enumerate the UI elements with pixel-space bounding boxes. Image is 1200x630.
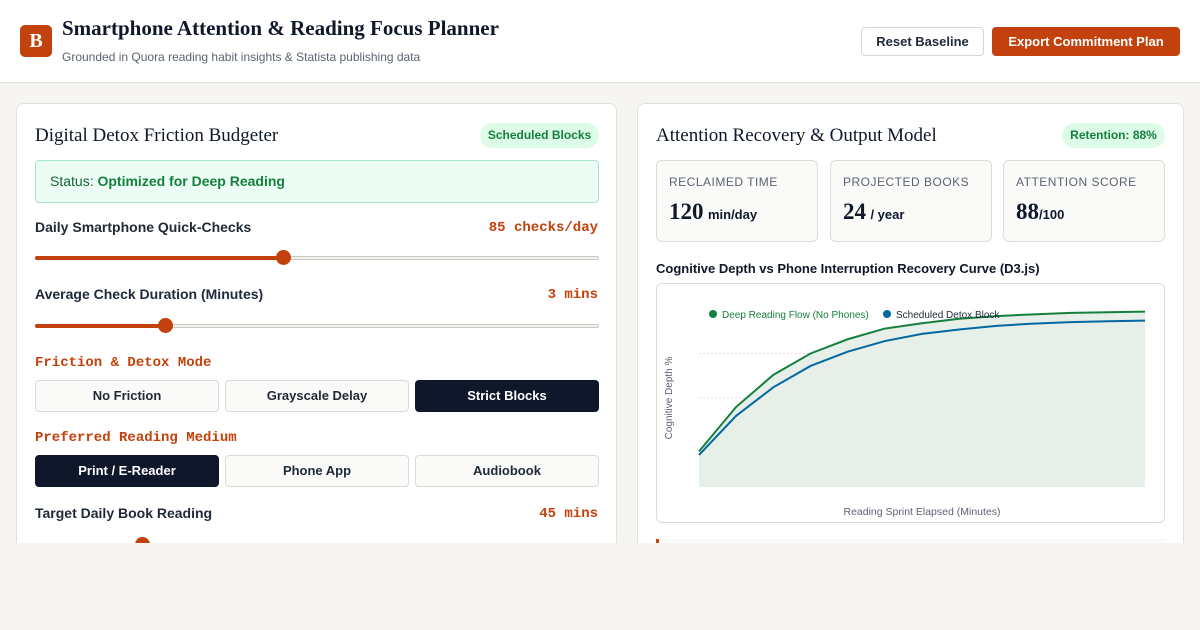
app-header: B Smartphone Attention & Reading Focus P… <box>0 0 1200 83</box>
metric-unit: /100 <box>1039 207 1065 222</box>
app-title: Smartphone Attention & Reading Focus Pla… <box>62 16 499 40</box>
medium-option-audiobook[interactable]: Audiobook <box>415 455 599 487</box>
x-axis-label: Reading Sprint Elapsed (Minutes) <box>844 506 1001 518</box>
card-title: Attention Recovery & Output Model <box>656 125 937 146</box>
target-reading-label: Target Daily Book Reading <box>35 505 213 521</box>
scheduled-blocks-badge: Scheduled Blocks <box>480 123 599 148</box>
export-commitment-plan-button[interactable]: Export Commitment Plan <box>992 27 1180 56</box>
legend-swatch <box>883 310 891 318</box>
friction-option-strict[interactable]: Strict Blocks <box>415 380 599 412</box>
slider-thumb[interactable] <box>157 318 173 333</box>
metric-unit: min/day <box>707 207 758 222</box>
check-duration-value: 3 mins <box>547 287 598 303</box>
slider-fill <box>35 256 284 260</box>
metric-reclaimed-time: RECLAIMED TIME 120 min/day <box>656 160 818 242</box>
medium-option-print[interactable]: Print / E-Reader <box>35 455 219 487</box>
quick-checks-label: Daily Smartphone Quick-Checks <box>35 219 252 235</box>
legend-label: Deep Reading Flow (No Phones) <box>722 310 869 321</box>
check-duration-slider[interactable] <box>35 318 599 334</box>
reading-medium-heading: Preferred Reading Medium <box>35 430 237 446</box>
status-prefix: Status: <box>50 173 94 189</box>
metric-label: PROJECTED BOOKS <box>843 175 970 189</box>
y-axis-label: Cognitive Depth % <box>664 356 675 439</box>
metric-unit: / year <box>870 207 905 222</box>
quick-checks-value: 85 checks/day <box>488 220 598 236</box>
brand-logo: B <box>20 25 52 57</box>
metric-value: 88 <box>1016 199 1039 224</box>
status-value: Optimized for Deep Reading <box>97 173 285 189</box>
metric-attention-score: ATTENTION SCORE 88/100 <box>1003 160 1165 242</box>
metric-label: ATTENTION SCORE <box>1016 175 1137 189</box>
target-reading-value: 45 mins <box>539 506 598 522</box>
card-title: Digital Detox Friction Budgeter <box>35 125 279 146</box>
metric-value: 24 <box>843 199 866 224</box>
recovery-chart-svg: Deep Reading Flow (No Phones) Scheduled D… <box>664 310 1146 518</box>
friction-option-grayscale[interactable]: Grayscale Delay <box>225 380 409 412</box>
status-banner: Status: Optimized for Deep Reading <box>35 160 599 203</box>
medium-option-phone-app[interactable]: Phone App <box>225 455 409 487</box>
legend-swatch <box>709 310 717 318</box>
slider-fill <box>35 324 165 328</box>
recovery-chart: Deep Reading Flow (No Phones) Scheduled D… <box>656 283 1165 523</box>
check-duration-label: Average Check Duration (Minutes) <box>35 286 264 302</box>
attention-model-card: Attention Recovery & Output Model Retent… <box>637 103 1184 569</box>
legend-label: Scheduled Detox Block <box>896 310 1000 321</box>
metric-value: 120 <box>669 199 704 224</box>
retention-badge: Retention: 88% <box>1062 123 1165 148</box>
metric-label: RECLAIMED TIME <box>669 175 778 189</box>
friction-option-none[interactable]: No Friction <box>35 380 219 412</box>
quick-checks-slider[interactable] <box>35 250 599 266</box>
app-subtitle: Grounded in Quora reading habit insights… <box>62 50 421 64</box>
viewport-bottom <box>0 543 1200 630</box>
friction-budgeter-card: Digital Detox Friction Budgeter Schedule… <box>16 103 617 563</box>
metric-projected-books: PROJECTED BOOKS 24 / year <box>830 160 992 242</box>
slider-thumb[interactable] <box>276 250 292 265</box>
area-fill <box>699 311 1145 487</box>
friction-mode-heading: Friction & Detox Mode <box>35 355 212 371</box>
chart-title: Cognitive Depth vs Phone Interruption Re… <box>656 261 1040 276</box>
reset-baseline-button[interactable]: Reset Baseline <box>861 27 984 56</box>
